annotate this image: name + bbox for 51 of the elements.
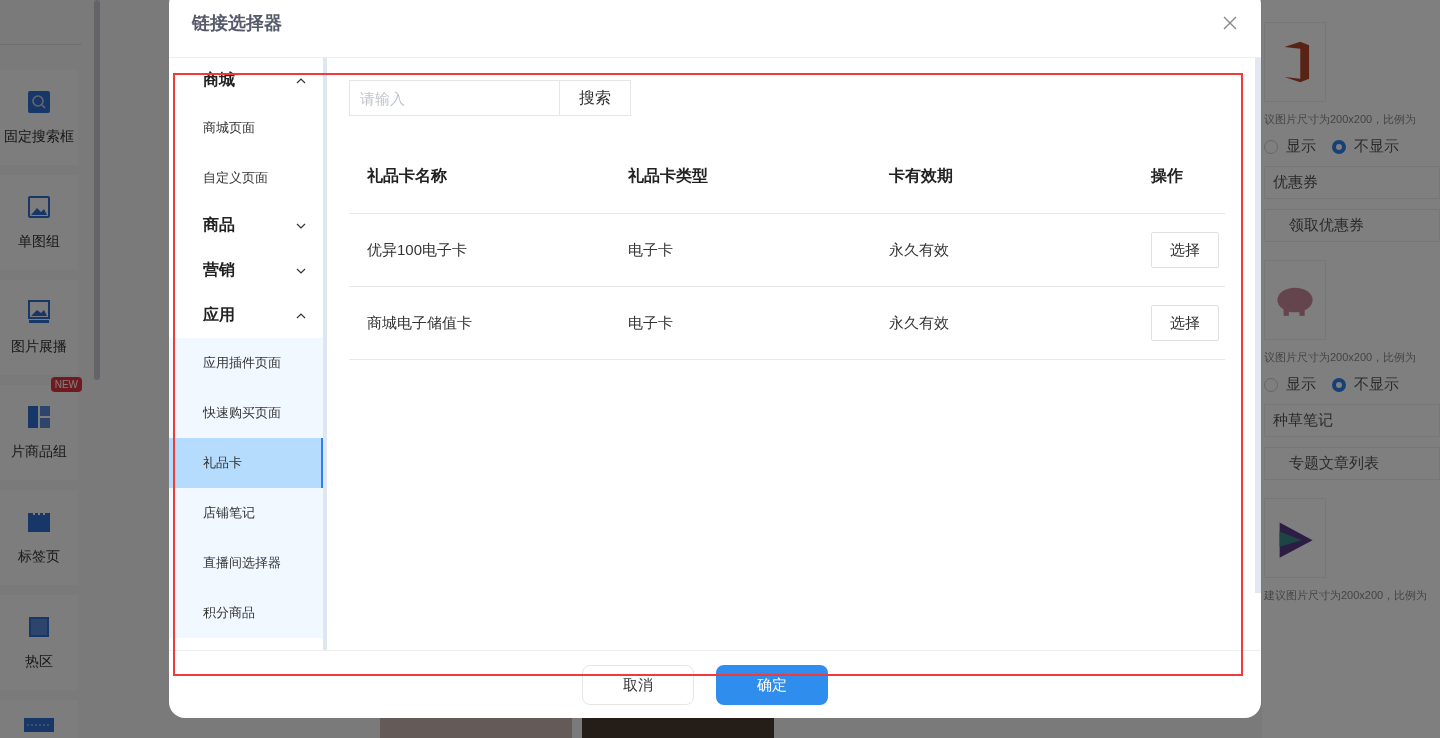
- tile-label: 标签页: [18, 547, 60, 566]
- new-badge: NEW: [50, 377, 82, 392]
- table-cell-text: 永久有效: [889, 313, 950, 333]
- tile-label: 片商品组: [11, 442, 67, 461]
- radio-option[interactable]: 不显示: [1332, 137, 1399, 156]
- dialog-title: 链接选择器: [192, 12, 282, 35]
- tile-label: 固定搜索框: [4, 127, 74, 146]
- select-button[interactable]: 选择: [1151, 305, 1219, 341]
- menu-group[interactable]: 商品: [169, 203, 323, 248]
- radio-option[interactable]: 显示: [1264, 137, 1316, 156]
- column-header: 礼品卡名称: [367, 165, 448, 186]
- tile-label: 图片展播: [11, 337, 67, 356]
- column-header: 操作: [1151, 165, 1184, 186]
- chevron-up-icon: [296, 312, 306, 319]
- title-field[interactable]: 优惠券: [1264, 166, 1440, 199]
- image-icon: [27, 194, 51, 219]
- table-cell-text: 电子卡: [628, 240, 674, 260]
- chevron-down-icon: [296, 267, 306, 274]
- chevron-up-icon: [296, 77, 306, 84]
- column-header: 礼品卡类型: [628, 165, 709, 186]
- link-field[interactable]: 专题文章列表: [1264, 447, 1440, 480]
- menu-item[interactable]: 直播间选择器: [169, 538, 323, 588]
- table-cell-text: 优异100电子卡: [367, 240, 469, 260]
- close-icon[interactable]: [1223, 16, 1237, 30]
- chevron-down-icon: [296, 222, 306, 229]
- image-icon: [27, 299, 51, 324]
- select-button[interactable]: 选择: [1151, 232, 1219, 268]
- menu-item[interactable]: 店铺笔记: [169, 488, 323, 538]
- radio-option[interactable]: 显示: [1264, 375, 1316, 394]
- scrollbar[interactable]: [94, 0, 100, 380]
- search-field[interactable]: 请输入: [349, 80, 560, 116]
- search-button[interactable]: 搜索: [560, 80, 631, 116]
- menu-group[interactable]: 应用: [169, 293, 323, 338]
- menu-item[interactable]: 礼品卡: [169, 438, 323, 488]
- table-cell-text: 商城电子储值卡: [367, 313, 473, 333]
- radio-option[interactable]: 不显示: [1332, 375, 1399, 394]
- tile-label: 热区: [25, 652, 53, 671]
- table-cell-text: 电子卡: [628, 313, 674, 333]
- table-cell-text: 永久有效: [889, 240, 950, 260]
- search-icon: [27, 89, 51, 114]
- menu-item[interactable]: 应用插件页面: [169, 338, 323, 388]
- menu-item[interactable]: 积分商品: [169, 588, 323, 638]
- link-field[interactable]: 领取优惠券: [1264, 209, 1440, 242]
- title-field[interactable]: 种草笔记: [1264, 404, 1440, 437]
- layout-icon: [27, 404, 51, 429]
- menu-group[interactable]: 营销: [169, 248, 323, 293]
- tile-label: 单图组: [18, 232, 60, 251]
- cancel-button[interactable]: 取消: [582, 665, 694, 705]
- column-header: 卡有效期: [889, 165, 954, 186]
- menu-item[interactable]: 快速购买页面: [169, 388, 323, 438]
- square-icon: [27, 614, 51, 639]
